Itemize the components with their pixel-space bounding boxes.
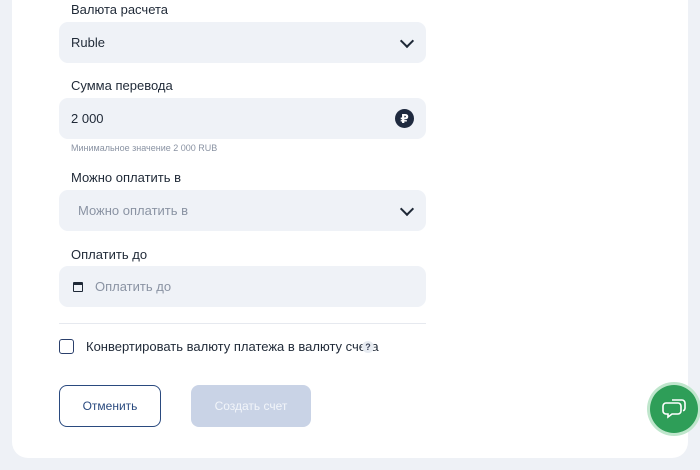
amount-input-value: 2 000 xyxy=(71,111,104,126)
convert-checkbox-label[interactable]: Конвертировать валюту платежа в валюту с… xyxy=(86,339,379,354)
pay-until-label: Оплатить до xyxy=(71,247,148,262)
currency-label: Валюта расчета xyxy=(71,2,169,17)
create-invoice-button[interactable]: Создать счет xyxy=(191,385,311,427)
currency-select[interactable]: Ruble xyxy=(59,22,426,63)
amount-hint: Минимальное значение 2 000 RUB xyxy=(71,143,218,153)
pay-in-placeholder: Можно оплатить в xyxy=(78,203,189,218)
currency-select-value: Ruble xyxy=(71,35,105,50)
pay-in-select[interactable]: Можно оплатить в xyxy=(59,190,426,231)
chat-button[interactable] xyxy=(650,385,698,433)
cancel-button[interactable]: Отменить xyxy=(59,385,161,427)
divider xyxy=(59,323,426,324)
help-icon[interactable]: ? xyxy=(362,341,374,353)
convert-checkbox[interactable] xyxy=(59,339,74,354)
chevron-down-icon xyxy=(399,201,415,216)
ruble-icon: ₽ xyxy=(395,109,414,128)
pay-in-label: Можно оплатить в xyxy=(71,170,182,185)
pay-until-date-input[interactable]: Оплатить до xyxy=(59,266,426,307)
chat-icon xyxy=(662,399,686,419)
amount-input[interactable]: 2 000 ₽ xyxy=(59,98,426,139)
amount-label: Сумма перевода xyxy=(71,78,173,93)
chevron-down-icon xyxy=(399,33,415,48)
calendar-icon[interactable] xyxy=(73,282,83,292)
